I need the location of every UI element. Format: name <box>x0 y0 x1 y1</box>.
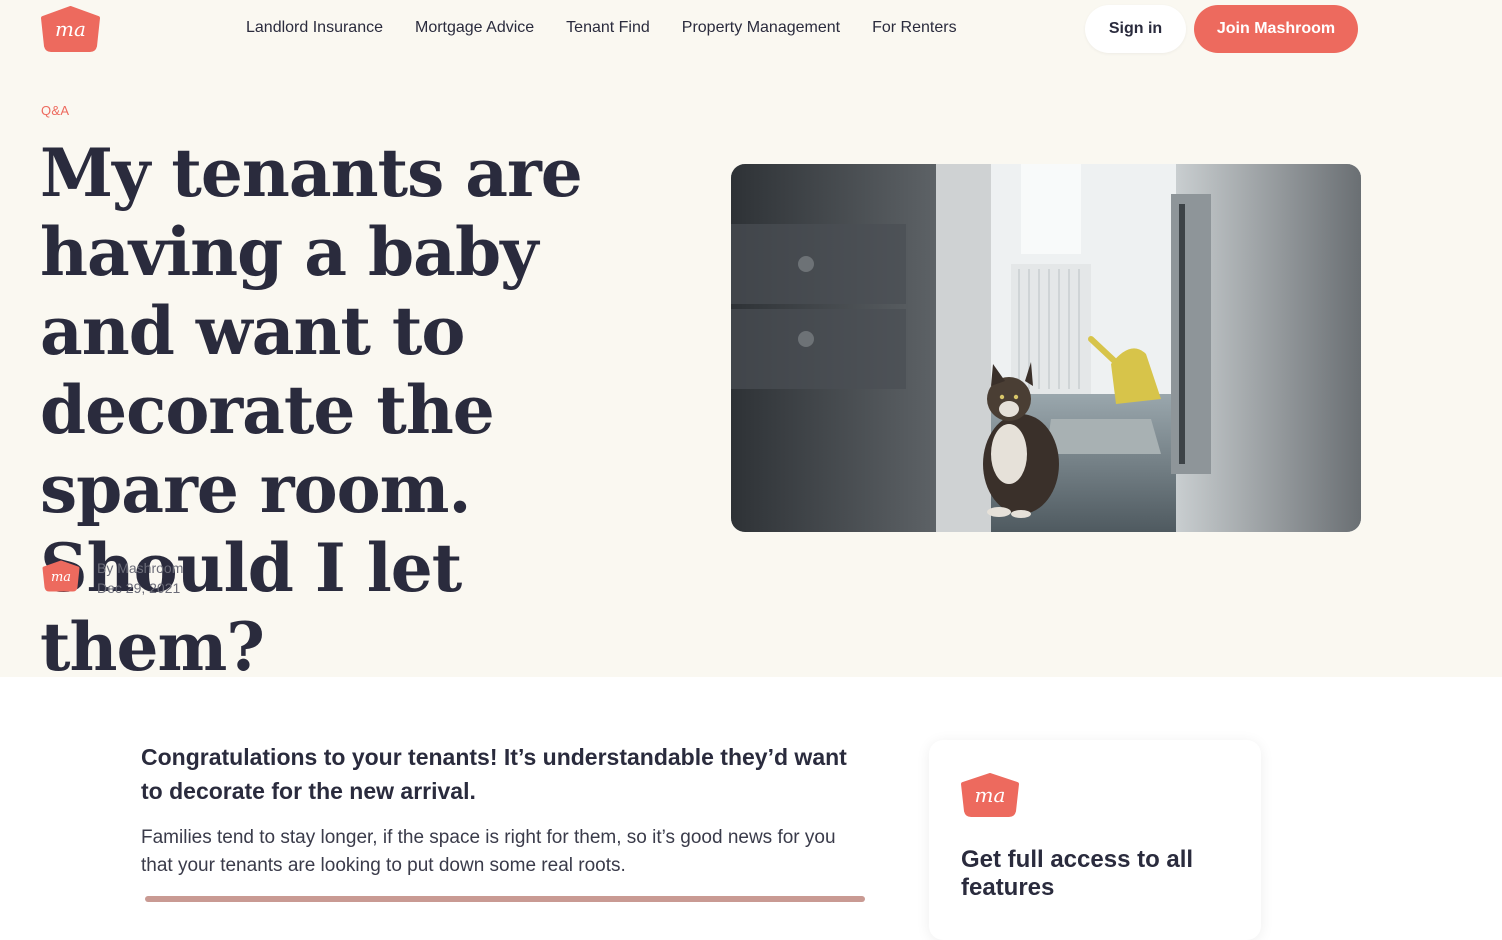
mashroom-logo[interactable]: ma <box>40 6 101 52</box>
sign-in-button[interactable]: Sign in <box>1085 5 1186 53</box>
byline: By Mashroom Dec 29, 2021 <box>97 558 183 598</box>
mashroom-logo: ma <box>961 773 1019 817</box>
article-paragraph: Families tend to stay longer, if the spa… <box>141 827 836 876</box>
logo-text: ma <box>55 17 86 41</box>
author-name: By Mashroom <box>97 560 184 576</box>
publish-date: Dec 29, 2021 <box>97 580 181 596</box>
nav-item-tenant-find[interactable]: Tenant Find <box>566 18 650 38</box>
hero-photo <box>731 164 1361 532</box>
article-category[interactable]: Q&A <box>41 103 69 118</box>
signup-cta-card[interactable]: ma Get full access to all features <box>929 740 1261 940</box>
join-button[interactable]: Join Mashroom <box>1194 5 1358 53</box>
avatar-logo-text: ma <box>51 570 71 585</box>
nav-item-landlord-insurance[interactable]: Landlord Insurance <box>246 18 383 38</box>
embedded-media-edge <box>145 896 865 902</box>
nav-item-mortgage-advice[interactable]: Mortgage Advice <box>415 18 534 38</box>
hero-section: ma Landlord Insurance Mortgage Advice Te… <box>0 0 1502 686</box>
cta-title: Get full access to all features <box>961 846 1194 901</box>
main-nav: Landlord Insurance Mortgage Advice Tenan… <box>246 18 957 38</box>
nav-item-property-management[interactable]: Property Management <box>682 18 840 38</box>
article-title: My tenants are having a baby and want to… <box>40 134 583 686</box>
cta-logo-text: ma <box>975 783 1006 807</box>
article-intro: Congratulations to your tenants! It’s un… <box>141 744 847 804</box>
author-avatar: ma <box>42 560 80 592</box>
nav-item-for-renters[interactable]: For Renters <box>872 18 956 38</box>
